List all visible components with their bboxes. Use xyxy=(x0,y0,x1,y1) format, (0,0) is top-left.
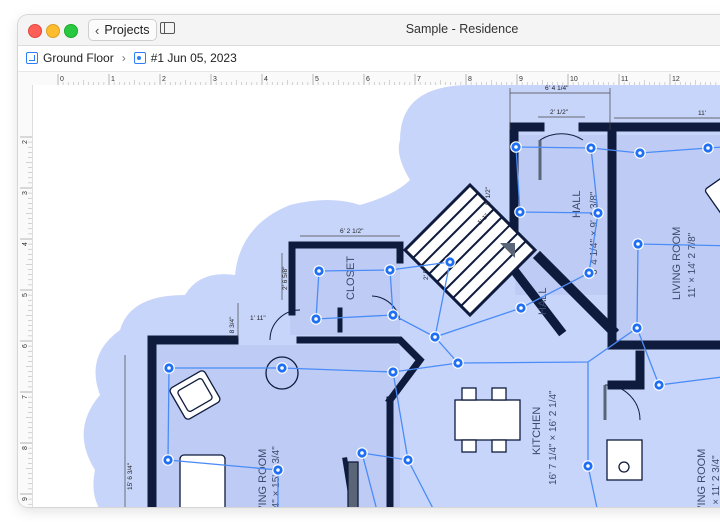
room-kitchen: KITCHEN xyxy=(531,407,543,455)
floor-plan-icon xyxy=(26,52,38,64)
breadcrumb-floor[interactable]: Ground Floor xyxy=(43,51,114,65)
window-title: Sample - Residence xyxy=(405,22,519,36)
scan-node-center xyxy=(166,458,170,462)
room-living-left-dims: 0 3/4" × 15' 6 3/4" xyxy=(271,446,282,507)
ruler-left-label: 8 xyxy=(22,446,29,450)
ruler-top-label: 5 xyxy=(315,76,319,83)
ruler-top-label: 2 xyxy=(162,76,166,83)
ruler-top-label: 0 xyxy=(60,76,64,83)
ruler-top-label: 12 xyxy=(672,76,680,83)
ruler-left-label: 2 xyxy=(22,140,29,144)
scan-node-center xyxy=(586,464,590,468)
scan-node-center xyxy=(635,326,639,330)
scan-node-center xyxy=(276,468,280,472)
scan-node-center xyxy=(167,366,171,370)
ruler-top-label: 4 xyxy=(264,76,268,83)
ruler-left-label: 5 xyxy=(22,293,29,297)
room-closet: CLOSET xyxy=(345,256,357,300)
ruler-top-label: 3 xyxy=(213,76,217,83)
scan-node-center xyxy=(636,242,640,246)
dim-closet-h: 2' 6 5/8" xyxy=(282,266,289,290)
scan-node-center xyxy=(657,383,661,387)
ruler-top-label: 9 xyxy=(519,76,523,83)
scan-node-center xyxy=(589,146,593,150)
scan-icon xyxy=(133,52,146,64)
scan-node-center xyxy=(406,458,410,462)
scan-node-center xyxy=(518,210,522,214)
dim-stair3: 2' 5" xyxy=(423,267,430,280)
app-window: ‹ Projects Sample - Residence Ground Flo… xyxy=(18,15,720,507)
dim-left-h: 15' 6 3/4" xyxy=(127,462,134,490)
ruler-left-label: 7 xyxy=(22,395,29,399)
scan-node-center xyxy=(638,151,642,155)
scan-node-center xyxy=(456,361,460,365)
ruler-top-svg: 0 1 2 3 4 5 6 7 8 9 10 11 12 xyxy=(57,74,717,85)
dim-top2: 2' 1/2" xyxy=(550,109,569,116)
ruler-top-label: 6 xyxy=(366,76,370,83)
ruler-left: 2 3 4 5 6 7 8 9 xyxy=(18,85,33,507)
breadcrumb-scan[interactable]: #1 Jun 05, 2023 xyxy=(151,51,237,65)
ruler-left-label: 6 xyxy=(22,344,29,348)
scan-node-center xyxy=(706,146,710,150)
ruler-top-label: 7 xyxy=(417,76,421,83)
scan-node-center xyxy=(388,268,392,272)
ruler-left-label: 3 xyxy=(22,191,29,195)
floor-plan-canvas[interactable]: 6' 4 1/4" 2' 1/2" 11' 5' 1/2" 1' 1" 6' 2… xyxy=(33,85,720,507)
ruler-left-label: 9 xyxy=(22,497,29,501)
breadcrumb: Ground Floor › #1 Jun 05, 2023 xyxy=(18,46,720,70)
scan-node-center xyxy=(360,451,364,455)
scan-node-center xyxy=(314,317,318,321)
ruler-top-label: 8 xyxy=(468,76,472,83)
room-living-left: LIVING ROOM xyxy=(257,449,269,507)
scan-node-center xyxy=(519,306,523,310)
dim-door-h: 2' 8 3/4" xyxy=(229,316,236,340)
room-living-br: LIVING ROOM xyxy=(696,449,708,507)
room-kitchen-dims: 16' 7 1/4" × 16' 2 1/4" xyxy=(548,390,559,485)
dim-closet-w: 6' 2 1/2" xyxy=(340,228,364,235)
ruler-left-svg: 2 3 4 5 6 7 8 9 xyxy=(20,136,32,505)
ruler-left-label: 4 xyxy=(22,242,29,246)
scan-node-center xyxy=(391,370,395,374)
dim-stair1: 5' 1/2" xyxy=(485,186,492,205)
title-bar: ‹ Projects Sample - Residence xyxy=(18,15,720,46)
scan-node-center xyxy=(433,335,437,339)
room-hall-lower: HALL xyxy=(537,287,549,315)
scan-node-center xyxy=(596,211,600,215)
ruler-top-label: 1 xyxy=(111,76,115,83)
dim-door-w: 1' 11" xyxy=(250,315,266,322)
ruler-top-label: 10 xyxy=(570,76,578,83)
ruler-top: 0 1 2 3 4 5 6 7 8 9 10 11 12 xyxy=(18,71,720,86)
dim-top3: 11' xyxy=(698,110,706,117)
chevron-right-icon: › xyxy=(121,51,126,65)
scan-node-center xyxy=(391,313,395,317)
room-living-right: LIVING ROOM xyxy=(671,227,683,300)
scan-node-center xyxy=(514,145,518,149)
scan-node-center xyxy=(317,269,321,273)
floor-plan-svg[interactable]: 6' 4 1/4" 2' 1/2" 11' 5' 1/2" 1' 1" 6' 2… xyxy=(33,85,720,507)
scan-node-center xyxy=(448,260,452,264)
room-hall-upper: HALL xyxy=(571,190,583,218)
room-living-br-dims: 1/4" × 11' 2 3/4" xyxy=(711,455,720,507)
ruler-top-label: 11 xyxy=(621,76,628,83)
room-living-right-dims: 11' × 14' 2 7/8" xyxy=(687,232,698,298)
scan-node-center xyxy=(280,366,284,370)
scan-node-center xyxy=(587,271,591,275)
dim-top1: 6' 4 1/4" xyxy=(545,85,569,92)
